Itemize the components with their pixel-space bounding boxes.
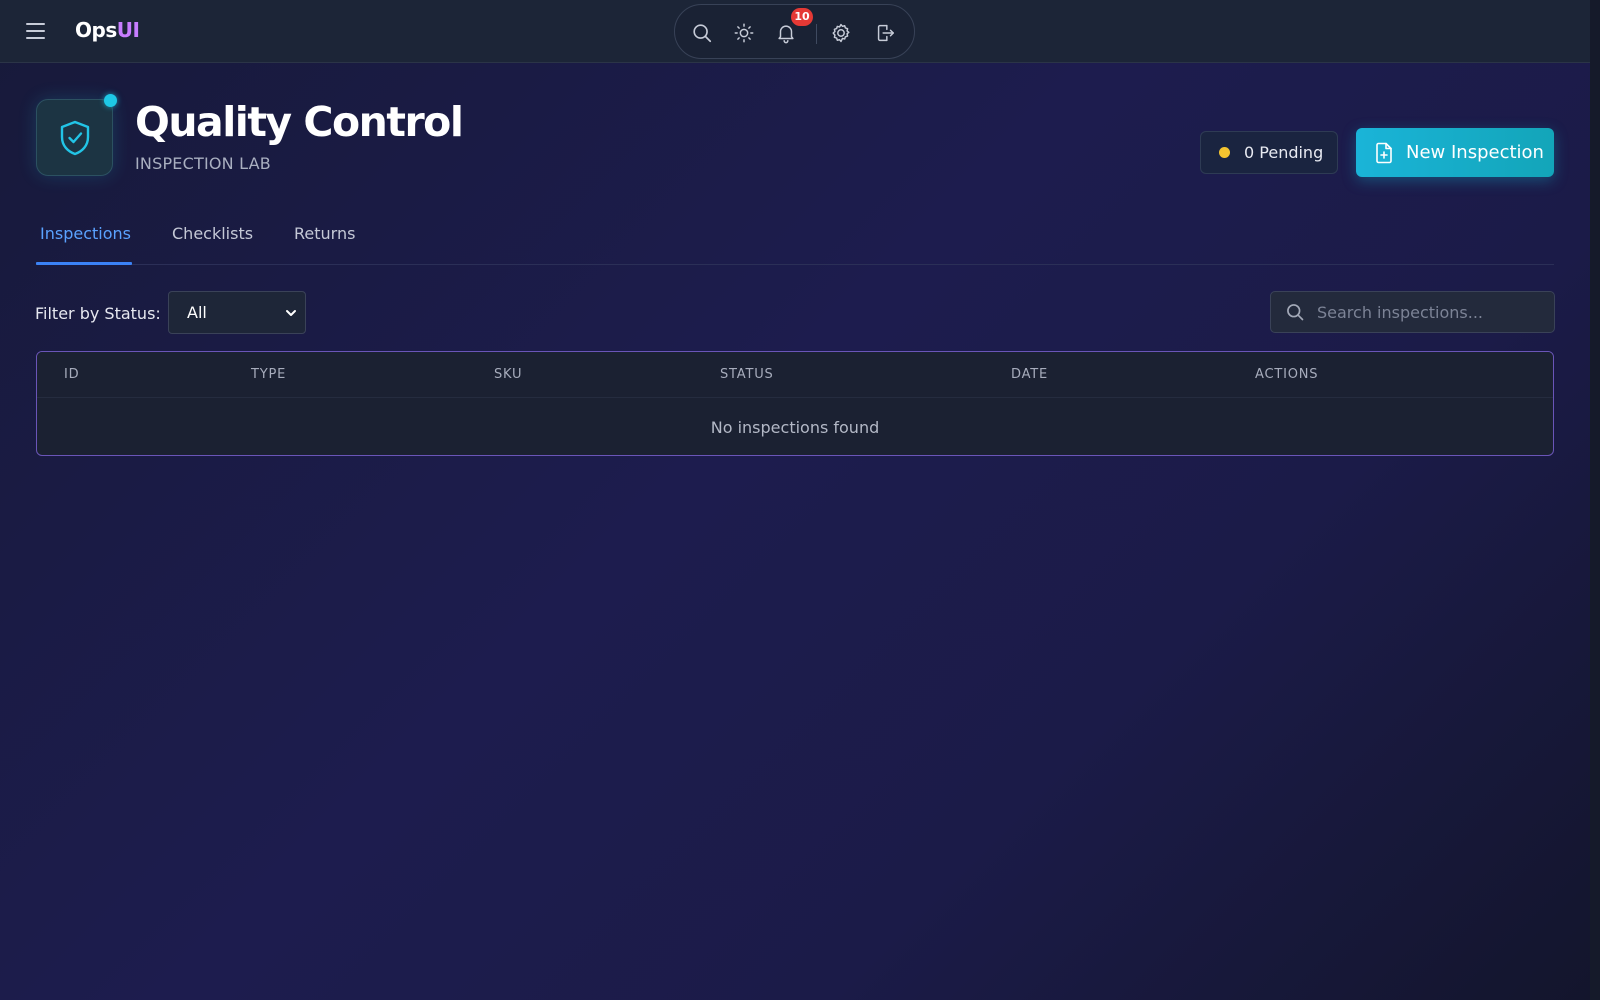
quality-app-icon [36,94,117,176]
page-title: Quality Control [135,98,464,146]
tab-inspections[interactable]: Inspections [40,224,131,258]
column-header-id[interactable]: ID [64,367,79,382]
search-box [1270,291,1555,333]
shield-check-icon [60,120,90,156]
chevron-down-icon [286,310,296,316]
logout-icon[interactable] [874,22,896,44]
new-inspection-button[interactable]: New Inspection [1356,128,1554,177]
toolbar-divider [816,24,817,44]
search-icon [1287,304,1304,321]
table-header: ID TYPE SKU STATUS DATE ACTIONS [37,352,1553,398]
column-header-status[interactable]: STATUS [720,367,774,382]
sun-icon[interactable] [733,22,755,44]
bell-icon[interactable] [775,22,797,44]
gear-icon[interactable] [830,22,852,44]
tab-returns[interactable]: Returns [294,224,355,258]
column-header-date[interactable]: DATE [1011,367,1048,382]
pending-count-badge[interactable]: 0 Pending [1200,131,1338,174]
column-header-actions: ACTIONS [1255,367,1319,382]
status-filter-select[interactable]: All [168,291,306,334]
column-header-type[interactable]: TYPE [251,367,286,382]
brand-name: Ops [75,18,117,42]
active-tab-indicator [36,262,132,265]
pending-dot [1219,147,1230,158]
brand-accent: UI [116,18,140,42]
scrollbar-track[interactable] [1590,0,1600,1000]
status-dot [104,94,117,107]
file-plus-icon [1376,142,1392,163]
status-filter-value: All [187,303,207,322]
empty-state-message: No inspections found [710,417,880,437]
filter-status-label: Filter by Status: [35,304,161,323]
top-bar: OpsUI 10 [0,0,1590,63]
menu-icon[interactable] [26,21,45,41]
search-input[interactable] [1317,302,1547,322]
toolbar: 10 [674,4,915,59]
tab-checklists[interactable]: Checklists [172,224,253,258]
pending-label: 0 Pending [1244,143,1324,162]
search-icon[interactable] [691,22,713,44]
page-subtitle: INSPECTION LAB [135,154,271,173]
inspections-table: ID TYPE SKU STATUS DATE ACTIONS No inspe… [36,351,1554,456]
app-logo[interactable]: OpsUI [75,18,140,42]
notification-badge: 10 [791,8,813,26]
new-inspection-label: New Inspection [1406,142,1544,163]
tab-bar: Inspections Checklists Returns [36,220,1554,265]
column-header-sku[interactable]: SKU [494,367,522,382]
